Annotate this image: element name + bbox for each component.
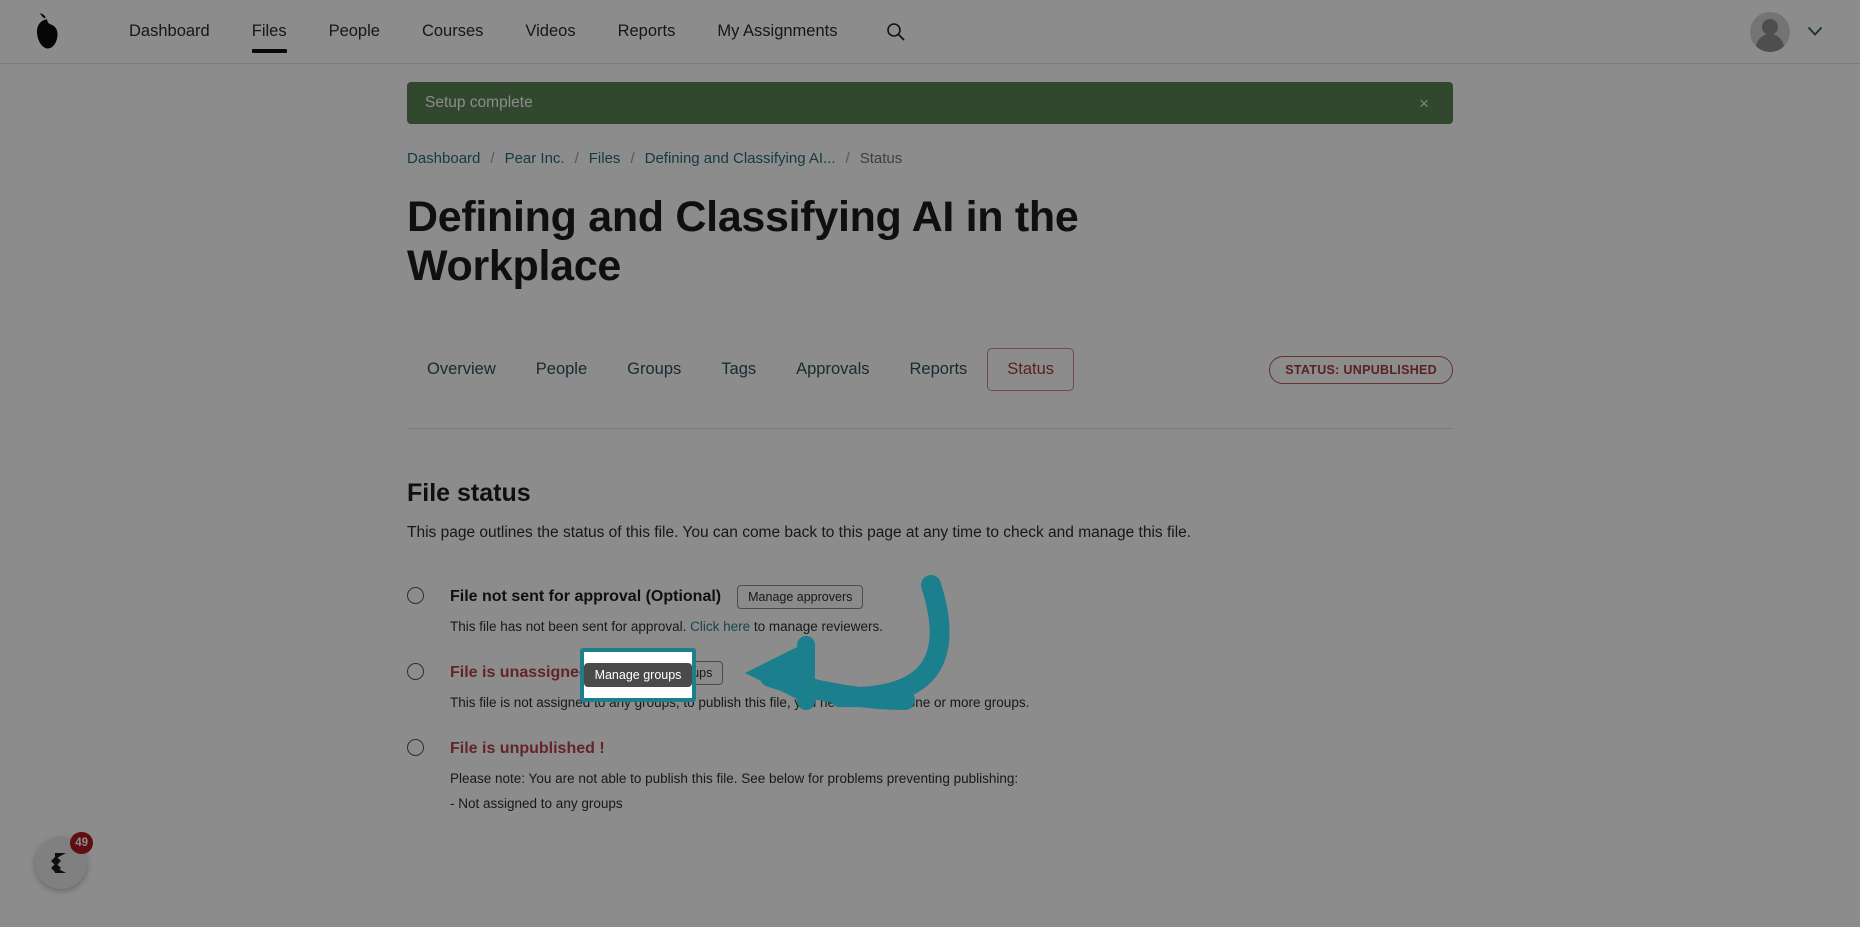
tab-status[interactable]: Status: [987, 348, 1075, 392]
status-sub-text: This file is not assigned to any groups,…: [450, 694, 1030, 710]
status-sub-text-post: to manage reviewers.: [750, 618, 883, 634]
page-title: Defining and Classifying AI in the Workp…: [407, 193, 1079, 291]
status-item-unpublished: File is unpublished ! Please note: You a…: [407, 736, 1453, 811]
section-divider: [407, 427, 1453, 429]
manage-groups-tooltip[interactable]: Manage groups: [583, 663, 693, 687]
avatar[interactable]: [1750, 11, 1790, 52]
chevron-down-icon[interactable]: [1808, 27, 1822, 36]
tab-list: Overview People Groups Tags Approvals Re…: [407, 348, 1075, 392]
status-radio-unpublished[interactable]: [407, 738, 424, 756]
file-status-section: File status This page outlines the statu…: [407, 479, 1453, 811]
status-list: File not sent for approval (Optional) Ma…: [407, 584, 1453, 811]
alert-message: Setup complete: [425, 94, 533, 111]
click-here-link[interactable]: Click here: [690, 619, 750, 634]
tab-reports[interactable]: Reports: [890, 348, 988, 391]
section-description: This page outlines the status of this fi…: [407, 523, 1192, 541]
status-item-body: File is unpublished ! Please note: You a…: [450, 736, 1453, 811]
breadcrumb-item-files[interactable]: Files: [589, 150, 621, 167]
tab-tags[interactable]: Tags: [701, 348, 776, 391]
nav-link-videos[interactable]: Videos: [504, 2, 596, 61]
breadcrumb-separator: /: [574, 150, 579, 167]
breadcrumb-item-file[interactable]: Defining and Classifying AI...: [645, 150, 836, 167]
nav-link-my-assignments[interactable]: My Assignments: [696, 2, 858, 61]
breadcrumb-separator: /: [845, 150, 850, 167]
breadcrumb-item-pear-inc[interactable]: Pear Inc.: [505, 150, 565, 167]
breadcrumb: Dashboard / Pear Inc. / Files / Defining…: [407, 150, 1453, 167]
status-badge: STATUS: UNPUBLISHED: [1269, 355, 1453, 384]
status-item-approval: File not sent for approval (Optional) Ma…: [407, 584, 1453, 634]
status-sub-text-pre: This file has not been sent for approval…: [450, 618, 691, 634]
nav-user-area: [1750, 11, 1836, 52]
page-content: Setup complete × Dashboard / Pear Inc. /…: [0, 82, 1860, 811]
avatar-body: [1756, 33, 1784, 52]
nav-link-files[interactable]: Files: [231, 2, 308, 61]
chat-bubble-icon: [51, 853, 66, 873]
nav-link-reports[interactable]: Reports: [597, 2, 697, 61]
status-label-unassigned: File is unassigned !: [450, 663, 599, 681]
breadcrumb-item-dashboard[interactable]: Dashboard: [407, 150, 480, 167]
nav-link-courses[interactable]: Courses: [401, 2, 504, 61]
content-column: Setup complete × Dashboard / Pear Inc. /…: [407, 82, 1453, 811]
status-label-unpublished: File is unpublished !: [450, 739, 605, 757]
top-navigation-bar: Dashboard Files People Courses Videos Re…: [0, 0, 1860, 64]
nav-link-people[interactable]: People: [308, 2, 401, 61]
breadcrumb-separator: /: [490, 150, 495, 167]
status-item-header: File is unpublished !: [450, 736, 1453, 762]
status-item-body: File not sent for approval (Optional) Ma…: [450, 584, 1453, 634]
breadcrumb-item-status: Status: [859, 150, 903, 167]
status-sub-unpublished: Please note: You are not able to publish…: [450, 771, 1453, 811]
chat-unread-badge: 49: [70, 832, 93, 854]
status-radio-unassigned[interactable]: [407, 662, 424, 680]
avatar-head: [1762, 18, 1778, 35]
breadcrumb-separator: /: [630, 150, 635, 167]
close-icon[interactable]: ×: [1413, 91, 1435, 116]
tab-bar: Overview People Groups Tags Approvals Re…: [407, 348, 1453, 392]
status-radio-approval[interactable]: [407, 586, 424, 604]
status-sub-text: Please note: You are not able to publish…: [450, 770, 1019, 786]
status-sub-approval: This file has not been sent for approval…: [450, 619, 1453, 634]
manage-approvers-button[interactable]: Manage approvers: [737, 584, 864, 609]
chat-widget-button[interactable]: 49: [35, 832, 93, 889]
nav-link-dashboard[interactable]: Dashboard: [108, 2, 231, 61]
status-item-header: File not sent for approval (Optional) Ma…: [450, 584, 1453, 610]
pear-logo-icon[interactable]: [24, 9, 70, 55]
tab-approvals[interactable]: Approvals: [776, 348, 889, 391]
status-sub-text-line2: - Not assigned to any groups: [450, 795, 623, 811]
manage-groups-highlight-box[interactable]: Manage groups: [580, 648, 696, 702]
success-alert-banner: Setup complete ×: [407, 82, 1453, 124]
search-icon[interactable]: [880, 17, 910, 47]
primary-nav-links: Dashboard Files People Courses Videos Re…: [108, 2, 858, 61]
tab-groups[interactable]: Groups: [607, 348, 701, 391]
status-item-unassigned: File is unassigned ! Manage groups This …: [407, 660, 1453, 710]
app-root: Dashboard Files People Courses Videos Re…: [0, 0, 1860, 927]
tab-people[interactable]: People: [516, 348, 607, 391]
tab-overview[interactable]: Overview: [407, 348, 516, 391]
status-label-approval: File not sent for approval (Optional): [450, 587, 722, 605]
section-title: File status: [407, 478, 531, 507]
